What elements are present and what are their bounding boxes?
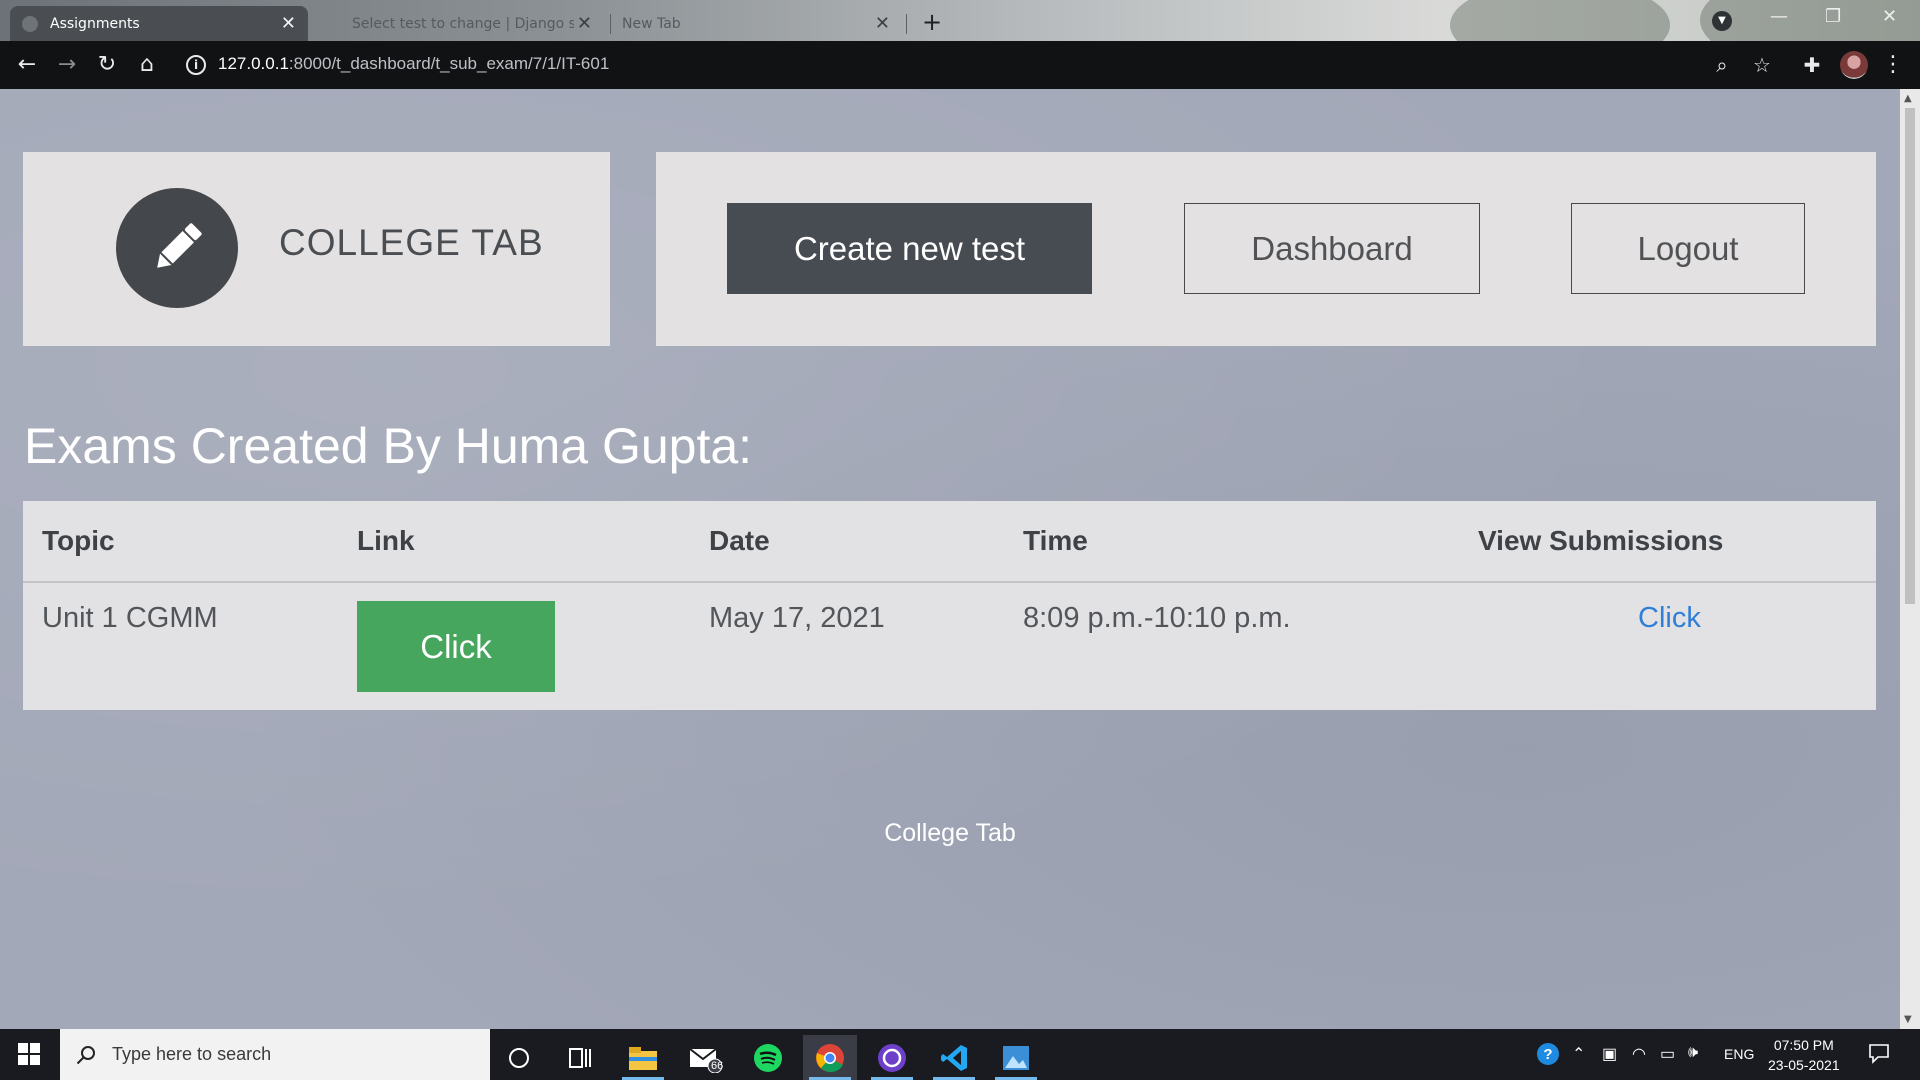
volume-icon[interactable]: 🕪 — [1688, 1044, 1698, 1062]
profile-avatar[interactable] — [1840, 51, 1868, 79]
notifications-icon[interactable] — [1868, 1042, 1890, 1069]
mail-badge: 66 — [711, 1060, 724, 1072]
photos-icon[interactable] — [989, 1035, 1043, 1080]
bookmark-star-icon[interactable]: ☆ — [1748, 51, 1776, 79]
create-new-test-button[interactable]: Create new test — [727, 203, 1092, 294]
battery-icon[interactable]: ▭ — [1660, 1044, 1675, 1064]
reload-icon[interactable]: ↻ — [93, 51, 121, 79]
url-host: 127.0.0.1 — [218, 54, 289, 73]
tab-django-admin[interactable]: Select test to change | Django si ✕ — [340, 6, 604, 41]
exams-table: Topic Link Date Time View Submissions Un… — [23, 501, 1876, 710]
scroll-up-arrow-icon[interactable]: ▲ — [1904, 93, 1912, 104]
tab-title: New Tab — [622, 15, 681, 32]
task-view-icon[interactable] — [553, 1035, 607, 1080]
address-bar[interactable]: 127.0.0.1:8000/t_dashboard/t_sub_exam/7/… — [218, 54, 609, 74]
new-tab-button[interactable]: + — [922, 8, 942, 36]
background-foliage — [1450, 0, 1670, 41]
tab-title: Select test to change | Django si — [352, 15, 574, 32]
mail-icon[interactable]: 66 — [678, 1035, 732, 1080]
help-icon[interactable]: ? — [1536, 1042, 1560, 1071]
file-explorer-icon[interactable] — [616, 1035, 670, 1080]
cortana-icon[interactable] — [492, 1035, 546, 1080]
footer-text: College Tab — [884, 819, 1016, 847]
back-icon[interactable]: ← — [13, 51, 41, 79]
vscode-icon[interactable] — [927, 1035, 981, 1080]
github-desktop-icon[interactable] — [865, 1035, 919, 1080]
language-indicator[interactable]: ENG — [1724, 1046, 1754, 1062]
nav-panel: Create new test Dashboard Logout — [656, 152, 1876, 346]
brand-name: COLLEGE TAB — [279, 222, 544, 263]
cell-date: May 17, 2021 — [709, 602, 885, 634]
tab-search-icon[interactable]: ▼ — [1712, 11, 1732, 31]
tab-strip: Assignments ✕ Select test to change | Dj… — [0, 0, 1920, 41]
minimize-icon[interactable]: — — [1770, 6, 1788, 27]
view-submissions-link[interactable]: Click — [1638, 602, 1701, 635]
brand-panel: COLLEGE TAB — [23, 152, 610, 346]
svg-text:?: ? — [1543, 1046, 1552, 1063]
pencil-icon — [116, 188, 238, 308]
page-viewport: COLLEGE TAB Create new test Dashboard Lo… — [0, 89, 1900, 1029]
clock-date: 23-05-2021 — [1768, 1057, 1840, 1073]
column-header-date: Date — [709, 525, 770, 556]
search-placeholder: Type here to search — [112, 1044, 272, 1064]
chrome-icon[interactable] — [803, 1035, 857, 1080]
zoom-icon[interactable]: ⌕ — [1708, 51, 1736, 79]
close-tab-icon[interactable]: ✕ — [577, 13, 592, 34]
clock-time: 07:50 PM — [1773, 1037, 1834, 1053]
home-icon[interactable]: ⌂ — [133, 51, 161, 79]
tab-separator — [906, 14, 907, 34]
column-header-view-submissions: View Submissions — [1478, 525, 1724, 556]
table-header-divider — [23, 581, 1876, 583]
dashboard-button[interactable]: Dashboard — [1184, 203, 1480, 294]
spotify-icon[interactable] — [741, 1035, 795, 1080]
column-header-time: Time — [1023, 525, 1088, 556]
search-icon — [76, 1045, 95, 1064]
tab-title: Assignments — [50, 15, 140, 32]
close-tab-icon[interactable]: ✕ — [281, 13, 296, 34]
column-header-topic: Topic — [42, 525, 115, 556]
cell-time: 8:09 p.m.-10:10 p.m. — [1023, 602, 1291, 634]
chevron-up-icon[interactable]: ⌃ — [1572, 1044, 1585, 1064]
extensions-puzzle-icon[interactable]: ✚ — [1798, 51, 1826, 79]
loading-icon — [22, 15, 38, 32]
exam-link-button[interactable]: Click — [357, 601, 555, 692]
logout-button[interactable]: Logout — [1571, 203, 1805, 294]
forward-icon[interactable]: → — [53, 51, 81, 79]
close-tab-icon[interactable]: ✕ — [875, 13, 890, 34]
site-info-icon[interactable]: i — [186, 55, 206, 75]
page-title: Exams Created By Huma Gupta: — [24, 418, 753, 474]
windows-start-icon[interactable] — [18, 1043, 40, 1065]
browser-toolbar: ← → ↻ ⌂ i 127.0.0.1:8000/t_dashboard/t_s… — [0, 41, 1920, 89]
clock[interactable]: 07:50 PM 23-05-2021 — [1768, 1035, 1840, 1075]
scroll-down-arrow-icon[interactable]: ▼ — [1904, 1014, 1912, 1025]
tab-new-tab[interactable]: New Tab ✕ — [610, 6, 902, 41]
meet-now-icon[interactable]: ▣ — [1602, 1044, 1617, 1064]
windows-taskbar: Type here to search 66 ? ⌃ ▣ ◠ ▭ 🕪 ENG 0… — [0, 1029, 1920, 1080]
wifi-icon[interactable]: ◠ — [1632, 1044, 1646, 1064]
tab-assignments[interactable]: Assignments ✕ — [10, 6, 308, 41]
scrollbar-thumb[interactable] — [1905, 108, 1915, 604]
url-path: :8000/t_dashboard/t_sub_exam/7/1/IT-601 — [288, 54, 610, 73]
menu-kebab-icon[interactable]: ⋮ — [1879, 51, 1907, 79]
taskbar-search-box[interactable]: Type here to search — [60, 1029, 490, 1080]
restore-icon[interactable]: ❐ — [1825, 6, 1841, 27]
cell-topic: Unit 1 CGMM — [42, 602, 218, 634]
close-window-icon[interactable]: ✕ — [1882, 6, 1897, 27]
column-header-link: Link — [357, 525, 415, 556]
